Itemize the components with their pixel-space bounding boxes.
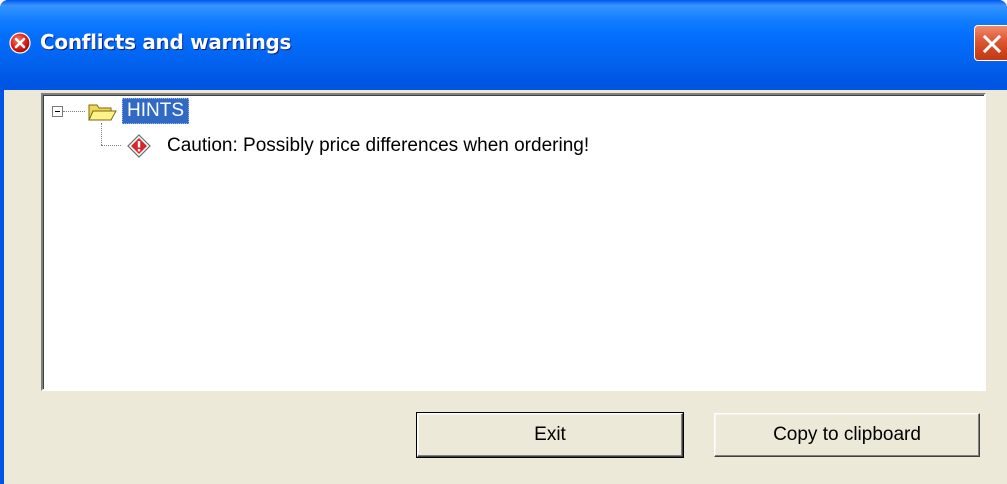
tree-node-hints[interactable]: HINTS	[122, 98, 189, 124]
close-icon	[982, 34, 1002, 54]
dialog-window: Conflicts and warnings HINTS Caution: Po…	[0, 0, 1007, 484]
warning-diamond-icon	[127, 134, 151, 158]
folder-open-icon	[87, 100, 117, 124]
error-icon	[9, 32, 31, 54]
tree-connector	[101, 145, 121, 146]
tree-connector	[63, 111, 85, 112]
exit-button[interactable]: Exit	[416, 412, 684, 458]
collapse-toggle[interactable]	[52, 106, 63, 117]
title-bar[interactable]: Conflicts and warnings	[0, 0, 1007, 90]
close-button[interactable]	[974, 25, 1007, 61]
tree-connector	[101, 123, 102, 145]
window-title: Conflicts and warnings	[40, 30, 292, 54]
copy-button-label: Copy to clipboard	[773, 424, 921, 445]
conflicts-tree[interactable]: HINTS Caution: Possibly price difference…	[41, 93, 986, 391]
dialog-client-area: HINTS Caution: Possibly price difference…	[0, 90, 1007, 484]
tree-node-caution[interactable]: Caution: Possibly price differences when…	[167, 135, 589, 157]
copy-to-clipboard-button[interactable]: Copy to clipboard	[714, 413, 980, 457]
exit-button-label: Exit	[534, 424, 566, 445]
